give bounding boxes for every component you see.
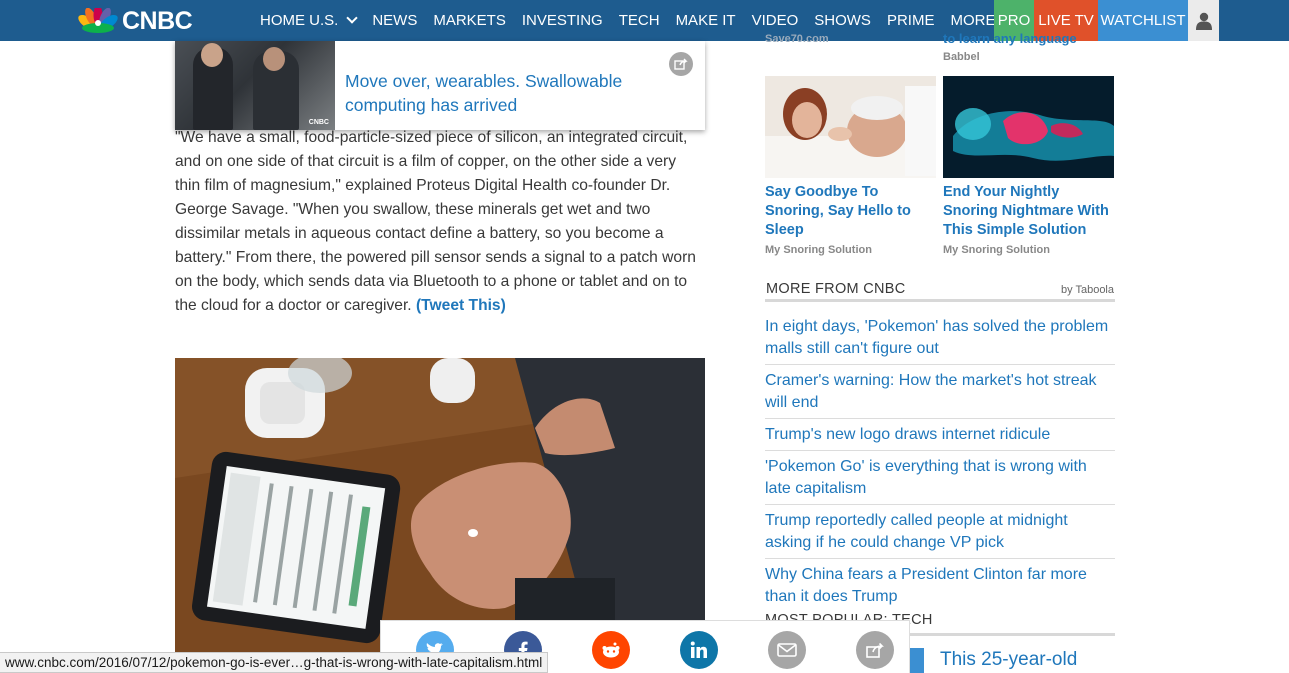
nav-video[interactable]: VIDEO (744, 12, 807, 29)
video-thumbnail[interactable]: CNBC (175, 41, 335, 130)
more-from-cnbc-title: MORE FROM CNBC (766, 281, 906, 297)
more-from-cnbc-list: In eight days, 'Pokemon' has solved the … (765, 315, 1115, 616)
promo-title-1: Say Goodbye To Snoring, Say Hello to Sle… (765, 184, 911, 238)
nav-prime[interactable]: PRIME (879, 12, 943, 29)
sticky-video-title[interactable]: Move over, wearables. Swallowable comput… (345, 69, 645, 117)
more-from-cnbc-header: MORE FROM CNBC by Taboola (765, 280, 1115, 302)
share-icon (866, 642, 884, 658)
more-link-3[interactable]: Trump's new logo draws internet ridicule (765, 423, 1115, 451)
email-icon (777, 643, 797, 657)
article-paragraph: "We have a small, food-particle-sized pi… (175, 126, 705, 318)
most-popular-accent (910, 648, 924, 673)
nav-make-it[interactable]: MAKE IT (668, 12, 744, 29)
sticky-video-player[interactable]: CNBC Move over, wearables. Swallowable c… (175, 41, 705, 130)
xray-body-image (943, 76, 1114, 178)
pill-tablet-photo (175, 358, 705, 653)
share-icon (674, 58, 688, 70)
email-share-button[interactable] (768, 631, 806, 669)
tweet-this-link[interactable]: (Tweet This) (416, 297, 506, 314)
video-share-button[interactable] (669, 52, 693, 76)
taboola-credit[interactable]: by Taboola (1061, 284, 1114, 296)
peacock-icon (78, 8, 118, 33)
browser-status-bar: www.cnbc.com/2016/07/12/pokemon-go-is-ev… (0, 652, 549, 673)
article-photo (175, 358, 705, 653)
nav-investing[interactable]: INVESTING (514, 12, 611, 29)
linkedin-share-button[interactable] (680, 631, 718, 669)
reddit-share-button[interactable] (592, 631, 630, 669)
promo-image-snoring-2[interactable] (943, 76, 1114, 178)
promo-partial-right[interactable]: to learn any language Babbel (943, 31, 1113, 63)
most-popular-headline-1[interactable]: This 25-year-old (940, 649, 1077, 671)
cnbc-logo[interactable]: CNBC (78, 6, 193, 35)
user-account-button[interactable] (1188, 0, 1219, 41)
user-icon (1195, 12, 1212, 30)
chevron-down-icon (346, 11, 359, 24)
linkedin-icon (690, 641, 707, 658)
video-thumb-tag: CNBC (308, 119, 329, 126)
promo-title-2: End Your Nightly Snoring Nightmare With … (943, 184, 1109, 238)
promo-source: Babbel (943, 51, 980, 63)
promo-link-snoring-1[interactable]: Say Goodbye To Snoring, Say Hello to Sle… (765, 183, 935, 260)
promo-source-1: My Snoring Solution (765, 244, 872, 256)
nav-home-us-label: HOME U.S. (260, 12, 339, 29)
promo-source-2: My Snoring Solution (943, 244, 1050, 256)
nav-home-us[interactable]: HOME U.S. (252, 11, 364, 29)
nav-tech[interactable]: TECH (611, 12, 668, 29)
promo-partial-right-text: to learn any language (943, 31, 1077, 46)
nav-news[interactable]: NEWS (364, 12, 425, 29)
more-link-2[interactable]: Cramer's warning: How the market's hot s… (765, 369, 1115, 419)
logo-wordmark: CNBC (122, 6, 193, 35)
nav-markets[interactable]: MARKETS (425, 12, 514, 29)
reddit-icon (602, 642, 620, 658)
nav-shows[interactable]: SHOWS (806, 12, 879, 29)
more-link-5[interactable]: Trump reportedly called people at midnig… (765, 509, 1115, 559)
article-body-text: "We have a small, food-particle-sized pi… (175, 129, 696, 314)
promo-image-snoring-1[interactable] (765, 76, 936, 178)
promo-link-snoring-2[interactable]: End Your Nightly Snoring Nightmare With … (943, 183, 1113, 260)
more-link-1[interactable]: In eight days, 'Pokemon' has solved the … (765, 315, 1115, 365)
more-share-button[interactable] (856, 631, 894, 669)
snoring-couple-image (765, 76, 936, 178)
promo-partial-left[interactable]: Save70.com (765, 33, 935, 45)
promo-partial-left-text: Save70.com (765, 33, 829, 45)
more-link-6[interactable]: Why China fears a President Clinton far … (765, 563, 1115, 612)
more-link-4[interactable]: 'Pokemon Go' is everything that is wrong… (765, 455, 1115, 505)
